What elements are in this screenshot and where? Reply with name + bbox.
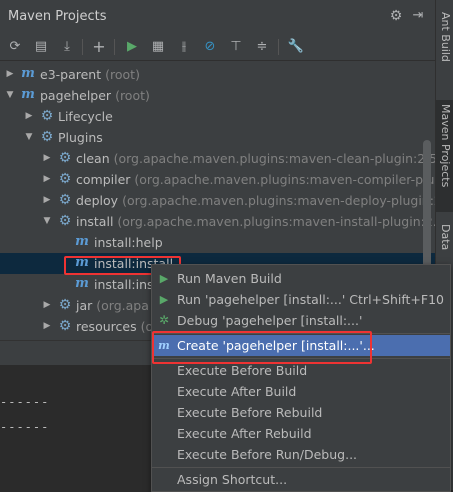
collapse-arrow-icon[interactable]: ▼ [24,127,34,148]
tree-item-label: resources [76,319,137,334]
console-text: ------ [0,420,50,434]
plugin-gear-icon: ⚙ [58,213,72,229]
menu-item-run-config[interactable]: ▶ Run 'pagehelper [install:...' Ctrl+Shi… [152,289,450,310]
toolbar-separator [278,39,279,55]
maven-module-icon: m [21,87,35,102]
lifecycle-gear-icon: ⚙ [40,108,54,124]
maven-module-icon: m [21,66,35,81]
toolbar-separator [82,39,83,55]
collapse-arrow-icon[interactable]: ▼ [5,85,15,106]
menu-item-execute-before-run-debug[interactable]: Execute Before Run/Debug... [152,444,450,465]
console-text: ------ [0,395,50,409]
expand-arrow-icon[interactable]: ▶ [42,295,52,316]
tree-item-label: deploy [76,193,119,208]
expand-arrow-icon[interactable]: ▶ [42,316,52,337]
tree-item-suffix: (root) [105,67,140,82]
maven-goal-icon: m [75,276,89,291]
skip-tests-icon[interactable]: ⊘ [201,38,219,56]
tree-item-suffix: (org.apa [96,298,149,313]
add-icon[interactable]: + [90,38,108,56]
expand-arrow-icon[interactable]: ▶ [5,64,15,85]
menu-item-execute-after-rebuild[interactable]: Execute After Rebuild [152,423,450,444]
show-dependencies-icon[interactable]: ⊤ [227,38,245,56]
menu-item-run-maven-build[interactable]: ▶ Run Maven Build [152,268,450,289]
tree-item-install-help[interactable]: m install:help [0,232,435,253]
expand-arrow-icon[interactable]: ▶ [24,106,34,127]
tree-item-label: pagehelper [40,88,112,103]
panel-title-bar: Maven Projects ⚙ ⇥ [0,0,435,34]
plugin-gear-icon: ⚙ [58,171,72,187]
run-icon[interactable]: ▶ [123,38,141,56]
generate-sources-icon[interactable]: ▤ [32,38,50,56]
tree-item-install[interactable]: ▼ ⚙ install (org.apache.maven.plugins:ma… [0,211,435,232]
tree-item-deploy[interactable]: ▶ ⚙ deploy (org.apache.maven.plugins:mav… [0,190,435,211]
menu-item-assign-shortcut[interactable]: Assign Shortcut... [152,469,450,490]
toolbar-separator [114,39,115,55]
tree-item-label: install [76,214,114,229]
plugin-gear-icon: ⚙ [58,192,72,208]
tree-item-suffix: (org.apache.maven.plugins:maven-clean-pl… [113,151,435,166]
run-icon: ▶ [159,293,169,306]
tree-item-suffix: (org.apache.maven.plugins:maven-deploy-p… [122,193,435,208]
tree-item-suffix: (org.apache.maven.plugins:maven-install-… [117,214,435,229]
annotation-box-create [152,331,372,364]
maven-toolbar: ⟳ ▤ ⤓ + ▶ ▦ ⫲ ⊘ ⊤ ≑ 🔧 [0,33,435,61]
tree-item-label: install:help [94,235,163,250]
expand-arrow-icon[interactable]: ▶ [42,169,52,190]
plugin-gear-icon: ⚙ [58,150,72,166]
menu-separator [152,467,450,468]
context-menu: ▶ Run Maven Build ▶ Run 'pagehelper [ins… [151,264,451,492]
menu-item-execute-before-rebuild[interactable]: Execute Before Rebuild [152,402,450,423]
tree-item-label: jar [76,298,93,313]
maven-goal-icon: m [75,234,89,249]
debug-icon: ✲ [158,313,170,327]
menu-item-execute-after-build[interactable]: Execute After Build [152,381,450,402]
settings-icon[interactable]: 🔧 [287,38,305,56]
reimport-icon[interactable]: ⟳ [6,38,24,56]
tree-item-label: clean [76,151,110,166]
tree-item-label: compiler [76,172,131,187]
tree-item-label: e3-parent [40,67,102,82]
tree-item-plugins[interactable]: ▼ ⚙ Plugins [0,127,435,148]
tree-item-label: Lifecycle [58,109,113,124]
collapse-arrow-icon[interactable]: ▼ [42,211,52,232]
tree-item-label: Plugins [58,130,103,145]
plugin-gear-icon: ⚙ [58,297,72,313]
tree-item-pagehelper[interactable]: ▼ m pagehelper (root) [0,85,435,106]
expand-arrow-icon[interactable]: ▶ [42,148,52,169]
collapse-all-icon[interactable]: ≑ [253,38,271,56]
execute-goal-icon[interactable]: ▦ [149,38,167,56]
tree-item-suffix: (root) [115,88,150,103]
tree-item-lifecycle[interactable]: ▶ ⚙ Lifecycle [0,106,435,127]
side-tab-ant-build[interactable]: Ant Build [436,8,453,92]
toggle-offline-icon[interactable]: ⫲ [175,38,193,56]
tree-item-suffix: (org.apache.maven.plugins:maven-compiler… [134,172,435,187]
gear-icon[interactable]: ⚙ [388,8,404,24]
expand-arrow-icon[interactable]: ▶ [42,190,52,211]
tree-item-e3-parent[interactable]: ▶ m e3-parent (root) [0,64,435,85]
menu-item-debug-config[interactable]: ✲ Debug 'pagehelper [install:...' [152,310,450,331]
run-icon: ▶ [159,272,169,285]
plugin-gear-icon: ⚙ [58,318,72,334]
plugins-gear-icon: ⚙ [40,129,54,145]
shortcut-label: Ctrl+Shift+F10 [349,292,444,307]
tree-item-clean[interactable]: ▶ ⚙ clean (org.apache.maven.plugins:mave… [0,148,435,169]
panel-title: Maven Projects [8,9,107,24]
side-tab-maven-projects[interactable]: Maven Projects [436,100,453,212]
tree-item-compiler[interactable]: ▶ ⚙ compiler (org.apache.maven.plugins:m… [0,169,435,190]
download-icon[interactable]: ⤓ [58,38,76,56]
hide-icon[interactable]: ⇥ [410,8,426,24]
